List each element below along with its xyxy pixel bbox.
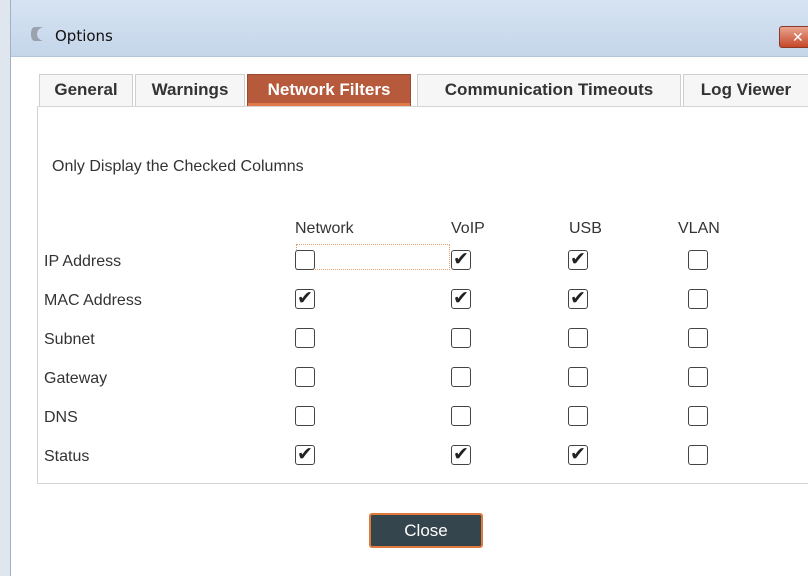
checkbox-mac-address-network[interactable]: ✔ xyxy=(295,287,315,309)
row-label-status: Status xyxy=(44,448,90,465)
close-icon: ✕ xyxy=(792,30,804,46)
focus-indicator xyxy=(296,244,450,270)
column-header-voip: VoIP xyxy=(451,220,485,237)
background-window-edge xyxy=(0,0,10,576)
checkbox-mac-address-vlan[interactable]: ✔ xyxy=(688,289,708,309)
checkbox-mac-address-usb[interactable]: ✔ xyxy=(568,287,588,309)
checkbox-subnet-usb[interactable]: ✔ xyxy=(568,328,588,348)
dialog-content: General Warnings Network Filters Communi… xyxy=(11,57,808,576)
tab-label: Communication Timeouts xyxy=(444,80,654,99)
column-header-usb: USB xyxy=(569,220,602,237)
tab-log-viewer[interactable]: Log Viewer xyxy=(683,74,808,106)
checkbox-dns-usb[interactable]: ✔ xyxy=(568,406,588,426)
checkmark-icon: ✔ xyxy=(453,287,469,309)
network-filters-panel: Only Display the Checked Columns Network… xyxy=(37,106,808,484)
window-title: Options xyxy=(55,27,113,45)
checkbox-subnet-network[interactable]: ✔ xyxy=(295,328,315,348)
checkmark-icon: ✔ xyxy=(570,443,586,465)
checkbox-mac-address-voip[interactable]: ✔ xyxy=(451,287,471,309)
checkbox-status-usb[interactable]: ✔ xyxy=(568,443,588,465)
tab-warnings[interactable]: Warnings xyxy=(135,74,245,106)
checkmark-icon: ✔ xyxy=(453,248,469,270)
checkbox-dns-network[interactable]: ✔ xyxy=(295,406,315,426)
row-label-subnet: Subnet xyxy=(44,331,95,348)
checkmark-icon: ✔ xyxy=(570,248,586,270)
window-close-button[interactable]: ✕ xyxy=(779,26,808,48)
title-bar[interactable]: Options ✕ xyxy=(11,0,808,57)
tab-label: Log Viewer xyxy=(700,80,792,99)
checkmark-icon: ✔ xyxy=(570,287,586,309)
column-header-vlan: VLAN xyxy=(678,220,720,237)
tab-label: General xyxy=(54,80,118,99)
checkbox-dns-vlan[interactable]: ✔ xyxy=(688,406,708,426)
checkmark-icon: ✔ xyxy=(297,287,313,309)
row-label-gateway: Gateway xyxy=(44,370,108,387)
checkbox-gateway-vlan[interactable]: ✔ xyxy=(688,367,708,387)
checkbox-subnet-voip[interactable]: ✔ xyxy=(451,328,471,348)
checkbox-status-vlan[interactable]: ✔ xyxy=(688,445,708,465)
tab-communication-timeouts[interactable]: Communication Timeouts xyxy=(417,74,681,106)
checkbox-ip-address-usb[interactable]: ✔ xyxy=(568,248,588,270)
tab-general[interactable]: General xyxy=(39,74,133,106)
checkbox-gateway-network[interactable]: ✔ xyxy=(295,367,315,387)
instruction-text: Only Display the Checked Columns xyxy=(52,158,304,175)
checkbox-status-voip[interactable]: ✔ xyxy=(451,443,471,465)
row-label-ip-address: IP Address xyxy=(44,253,122,270)
checkbox-ip-address-network[interactable]: ✔ xyxy=(295,250,315,270)
checkbox-ip-address-vlan[interactable]: ✔ xyxy=(688,250,708,270)
checkbox-gateway-voip[interactable]: ✔ xyxy=(451,367,471,387)
tab-label: Network Filters xyxy=(267,80,391,99)
checkbox-ip-address-voip[interactable]: ✔ xyxy=(451,248,471,270)
row-label-mac-address: MAC Address xyxy=(44,292,142,309)
tab-label: Warnings xyxy=(151,80,229,99)
checkbox-gateway-usb[interactable]: ✔ xyxy=(568,367,588,387)
tab-network-filters[interactable]: Network Filters xyxy=(247,74,411,106)
app-icon xyxy=(31,27,43,41)
checkmark-icon: ✔ xyxy=(297,443,313,465)
checkbox-status-network[interactable]: ✔ xyxy=(295,443,315,465)
checkmark-icon: ✔ xyxy=(453,443,469,465)
checkbox-dns-voip[interactable]: ✔ xyxy=(451,406,471,426)
checkbox-subnet-vlan[interactable]: ✔ xyxy=(688,328,708,348)
close-button-label: Close xyxy=(404,521,448,540)
row-label-dns: DNS xyxy=(44,409,78,426)
close-button[interactable]: Close xyxy=(369,513,483,548)
options-dialog: Options ✕ General Warnings Network Filte… xyxy=(10,0,808,576)
column-header-network: Network xyxy=(295,220,354,237)
